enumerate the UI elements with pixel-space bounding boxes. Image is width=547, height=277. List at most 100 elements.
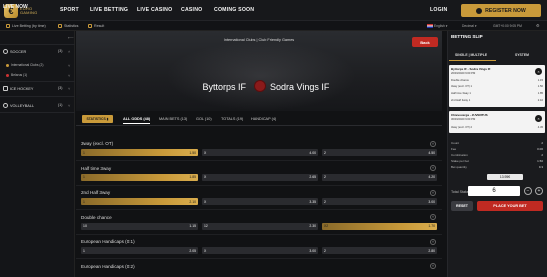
subnav-live-by-time[interactable]: Live Betting (by time) — [6, 23, 46, 28]
sidebar-league-international[interactable]: International Clubs (2) — [6, 63, 43, 67]
odd-button[interactable]: 2 3.00 — [322, 198, 437, 205]
increase-stake-button[interactable]: + — [535, 187, 543, 195]
odd-button[interactable]: 12 2.30 — [202, 222, 318, 230]
odd-button[interactable]: 2 4.20 — [322, 173, 437, 181]
market-title: European Handicaps (0:2) — [81, 263, 135, 269]
odd-label: 1X — [83, 224, 88, 228]
nav-sport[interactable]: SPORT — [60, 7, 79, 13]
register-button[interactable]: REGISTER NOW — [461, 4, 541, 17]
language-select[interactable]: English ▾ — [427, 24, 447, 29]
belarus-flag-icon — [6, 73, 9, 77]
market-collapse-icon[interactable]: ˄ — [430, 214, 436, 220]
potential-win-field: 13.95€ — [487, 174, 523, 180]
odd-button[interactable]: X 3.35 — [202, 198, 318, 205]
register-label: REGISTER NOW — [485, 7, 526, 14]
odds-format-select[interactable]: Decimal ▾ — [462, 24, 477, 28]
bet-event: Byttorps IF - Sodra Vings IF — [451, 67, 491, 71]
divider — [76, 125, 442, 126]
sidebar-sport-soccer[interactable]: SOCCER — [3, 49, 26, 54]
odd-button[interactable]: X 3.00 — [202, 247, 318, 254]
event-header — [76, 31, 442, 111]
odd-value: 4.50 — [428, 150, 435, 155]
bet-odd: 2.10 — [537, 99, 543, 102]
place-bet-button[interactable]: PLACE YOUR BET — [477, 201, 543, 211]
subnav-statistics-label: Statistics — [64, 23, 79, 28]
stats-icon — [58, 23, 62, 28]
bet-selection: 2nd Half 3way 1 — [451, 99, 471, 102]
market-collapse-icon[interactable]: ˄ — [430, 263, 436, 269]
volleyball-icon — [3, 103, 8, 108]
statistics-button[interactable]: STATISTICS ▮ — [82, 115, 113, 123]
bet-odd: 4.45 — [537, 126, 543, 129]
subnav-statistics[interactable]: Statistics — [58, 23, 79, 28]
bet-odd: 1.85 — [537, 92, 543, 95]
market-collapse-icon[interactable]: ˄ — [430, 165, 436, 171]
nav-live-casino[interactable]: LIVE CASINO — [137, 7, 172, 13]
tab-all-odds[interactable]: ALL ODDS (48) — [123, 117, 150, 121]
summary-combination: Combination 2 — [451, 153, 543, 157]
tab-single-multiple[interactable]: SINGLE | MULTIPLE — [455, 53, 487, 57]
market-collapse-icon[interactable]: ˄ — [430, 238, 436, 245]
odd-button[interactable]: 2 2.80 — [322, 247, 437, 254]
collapse-sidebar-icon[interactable]: ⟵ — [68, 35, 74, 40]
divider — [76, 209, 442, 210]
odd-button[interactable]: X 4.00 — [202, 149, 318, 156]
close-icon[interactable]: × — [535, 68, 542, 75]
tab-totals[interactable]: TOTALS (19) — [221, 117, 243, 121]
chevron-down-icon[interactable]: ˅ — [68, 103, 70, 108]
bet-selection: 3way (excl. OT) 2 — [451, 126, 473, 129]
sidebar-league-belarus[interactable]: Belarus (1) — [6, 73, 27, 77]
total-stake-label: Total Stake — [451, 190, 469, 194]
odd-button[interactable]: 1 1.85 — [81, 173, 198, 181]
chevron-down-icon[interactable]: ˅ — [68, 73, 70, 78]
odd-button[interactable]: 1 1.50 — [81, 149, 198, 156]
subnav-live-by-time-label: Live Betting (by time) — [12, 23, 46, 28]
tab-handicap[interactable]: HANDICAP (4) — [251, 117, 276, 121]
odd-button[interactable]: X2 1.70 — [322, 222, 437, 230]
live-sidebar — [0, 31, 75, 277]
close-icon[interactable]: × — [535, 115, 542, 122]
odd-value: 2.05 — [189, 248, 196, 253]
odd-value: 1.50 — [189, 150, 196, 155]
chevron-down-icon[interactable]: ˅ — [68, 63, 70, 68]
market-collapse-icon[interactable]: ˄ — [430, 189, 436, 196]
hockey-icon — [3, 86, 8, 91]
decrease-stake-button[interactable]: − — [524, 187, 532, 195]
odd-button[interactable]: 1 2.10 — [81, 198, 198, 205]
odd-label: X2 — [324, 224, 329, 228]
odd-value: 3.00 — [428, 199, 435, 204]
tab-system[interactable]: SYSTEM — [515, 53, 529, 57]
nav-casino[interactable]: CASINO — [181, 7, 202, 13]
result-icon — [88, 23, 92, 28]
sidebar-sport-ice-hockey[interactable]: ICE HOCKEY — [3, 86, 33, 91]
market-title: Double chance — [81, 214, 112, 220]
chevron-down-icon[interactable]: ˅ — [68, 86, 70, 91]
divider — [76, 160, 442, 161]
login-link[interactable]: LOGIN — [430, 7, 447, 13]
clock-icon — [6, 23, 10, 28]
odd-label: X — [204, 248, 207, 253]
chevron-up-icon[interactable]: ˄ — [68, 49, 70, 54]
settings-icon[interactable]: ⚙ — [536, 23, 540, 28]
tab-main-bets[interactable]: MAIN BETS (13) — [159, 117, 187, 121]
uk-flag-icon — [427, 24, 433, 29]
bet-odd: 1.15 — [537, 79, 543, 82]
nav-live-betting[interactable]: LIVE BETTING — [90, 7, 128, 13]
reset-button[interactable]: RESET — [451, 201, 473, 211]
odd-button[interactable]: X 2.65 — [202, 173, 318, 181]
sidebar-sport-volleyball[interactable]: VOLLEYBALL — [3, 103, 34, 108]
sport-count: (1) — [58, 103, 63, 107]
team-badge-icon — [254, 80, 266, 92]
odd-value: 2.65 — [309, 175, 316, 179]
odd-button[interactable]: 2 4.50 — [322, 149, 437, 156]
market-collapse-icon[interactable]: ˄ — [430, 140, 436, 147]
odd-button[interactable]: 1 2.05 — [81, 247, 198, 254]
sport-label: ICE HOCKEY — [10, 86, 34, 91]
tab-gol[interactable]: GOL (10) — [196, 117, 212, 121]
odd-label: 2 — [324, 199, 326, 204]
odd-button[interactable]: 1X 1.15 — [81, 222, 198, 230]
nav-coming-soon[interactable]: COMING SOON — [214, 7, 254, 13]
total-stake-input[interactable]: 6 — [468, 186, 520, 196]
odd-label: X — [204, 199, 207, 204]
subnav-result[interactable]: Result — [88, 23, 104, 28]
